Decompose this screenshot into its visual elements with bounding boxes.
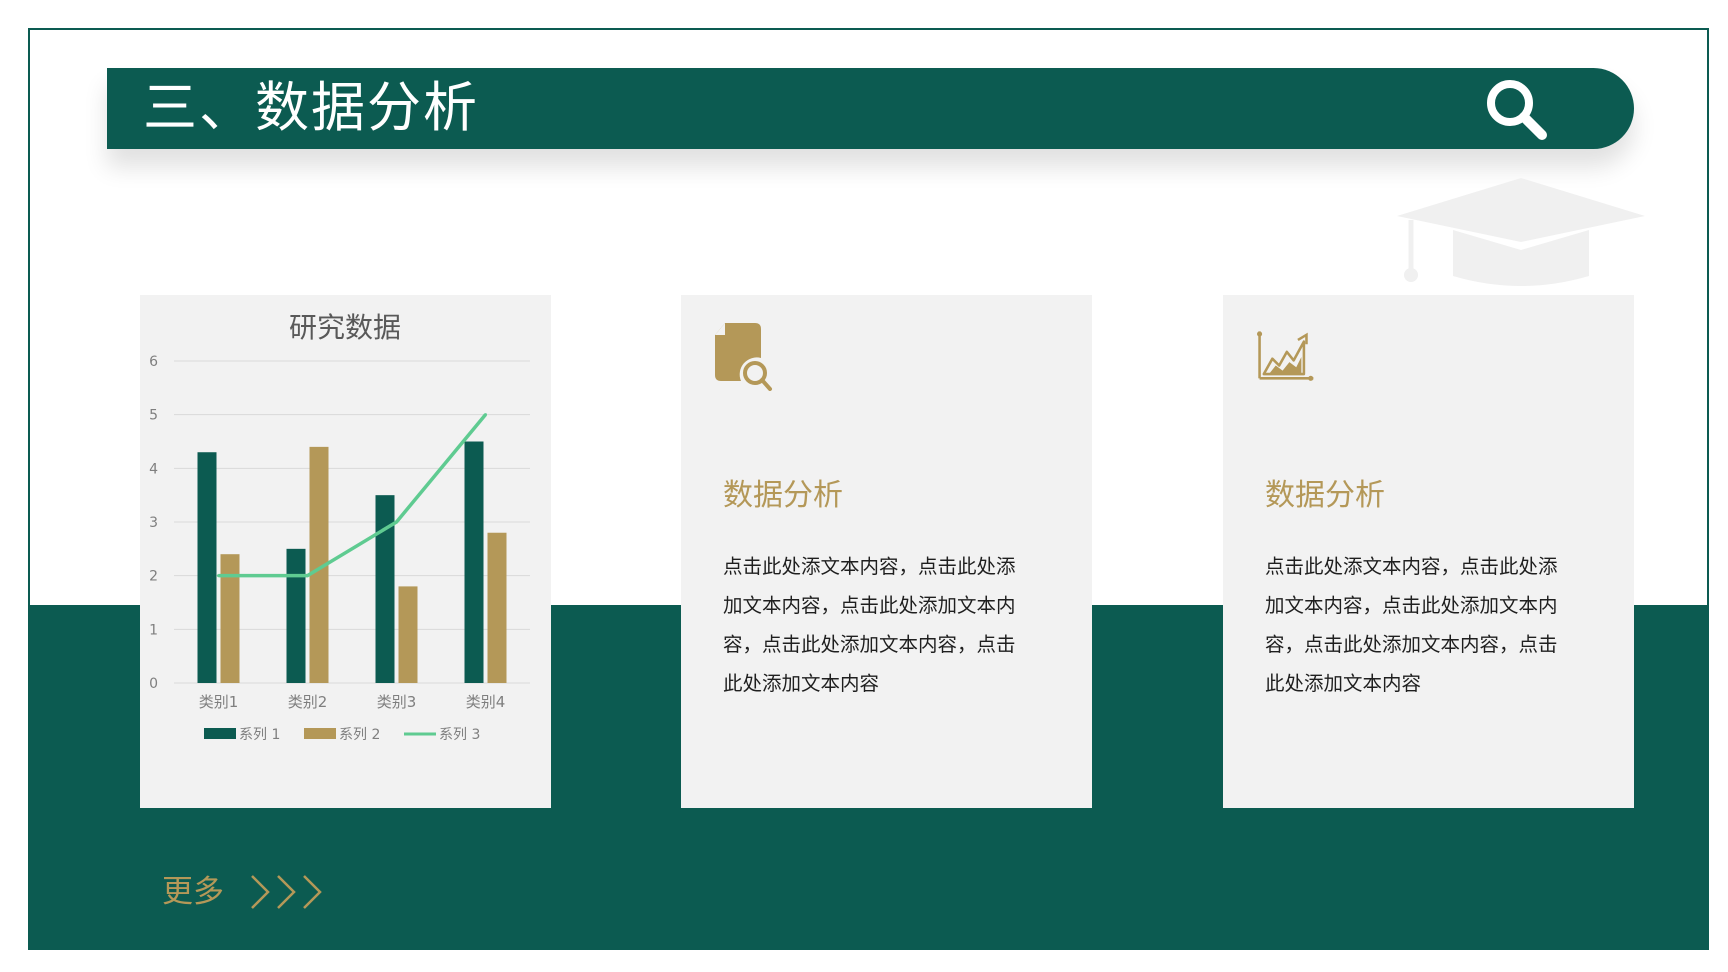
bar xyxy=(197,452,217,683)
research-data-chart: 研究数据 0 1 2 3 4 5 6 类别1 类别2 类别3 类别4 系列 1 系列 2 系列 3 xyxy=(149,311,530,743)
area-chart-icon xyxy=(1257,331,1314,381)
series-line xyxy=(218,413,487,578)
title-bar: 三、数据分析 xyxy=(107,68,1634,149)
chevrons-right-icon[interactable] xyxy=(248,872,328,912)
card-heading: 数据分析 xyxy=(723,478,843,513)
x-tick-label: 类别1 xyxy=(199,693,239,711)
card-body-text: 点击此处添文本内容，点击此处添 加文本内容，点击此处添加文本内 容，点击此处添加… xyxy=(723,555,1016,695)
y-tick-label: 4 xyxy=(149,461,158,477)
chart-card: 研究数据 0 1 2 3 4 5 6 类别1 类别2 类别3 类别4 系列 1 系列 2 系列 3 xyxy=(140,295,551,808)
legend-swatch xyxy=(204,728,236,739)
y-tick-label: 5 xyxy=(149,408,158,424)
legend-label: 系列 3 xyxy=(439,727,480,743)
bar xyxy=(487,532,507,683)
y-tick-label: 1 xyxy=(149,622,158,638)
slide-frame: 三、数据分析 研究数据 0 1 2 3 4 5 6 类别1 类别2 类别3 类别4 系列 1 系列 … xyxy=(28,28,1709,950)
y-tick-label: 3 xyxy=(149,515,158,531)
bar xyxy=(286,548,306,683)
line-point xyxy=(306,574,309,578)
search-icon[interactable] xyxy=(1482,75,1550,143)
y-tick-label: 2 xyxy=(149,569,158,585)
chart-title: 研究数据 xyxy=(289,311,401,344)
bar xyxy=(220,554,240,683)
card-body-text: 点击此处添文本内容，点击此处添 加文本内容，点击此处添加文本内 容，点击此处添加… xyxy=(1265,555,1558,695)
info-card-1: 数据分析 点击此处添文本内容，点击此处添 加文本内容，点击此处添加文本内 容，点… xyxy=(681,295,1092,808)
page-title: 三、数据分析 xyxy=(143,76,479,139)
graduation-cap-icon xyxy=(1397,178,1645,286)
more-link[interactable]: 更多 xyxy=(162,866,224,911)
x-tick-label: 类别2 xyxy=(288,693,328,711)
legend-swatch xyxy=(304,728,336,739)
card-heading: 数据分析 xyxy=(1265,478,1385,513)
document-search-icon xyxy=(715,323,772,391)
x-tick-label: 类别3 xyxy=(377,693,417,711)
bar xyxy=(398,586,418,683)
legend-label: 系列 2 xyxy=(339,727,380,743)
x-tick-label: 类别4 xyxy=(466,693,506,711)
line-point xyxy=(484,413,487,417)
line-point xyxy=(395,520,398,524)
line-point xyxy=(217,574,220,578)
info-card-2: 数据分析 点击此处添文本内容，点击此处添 加文本内容，点击此处添加文本内 容，点… xyxy=(1223,295,1634,808)
y-tick-label: 0 xyxy=(149,676,158,692)
legend-label: 系列 1 xyxy=(239,727,280,743)
bar xyxy=(464,441,484,683)
y-tick-label: 6 xyxy=(149,354,158,370)
